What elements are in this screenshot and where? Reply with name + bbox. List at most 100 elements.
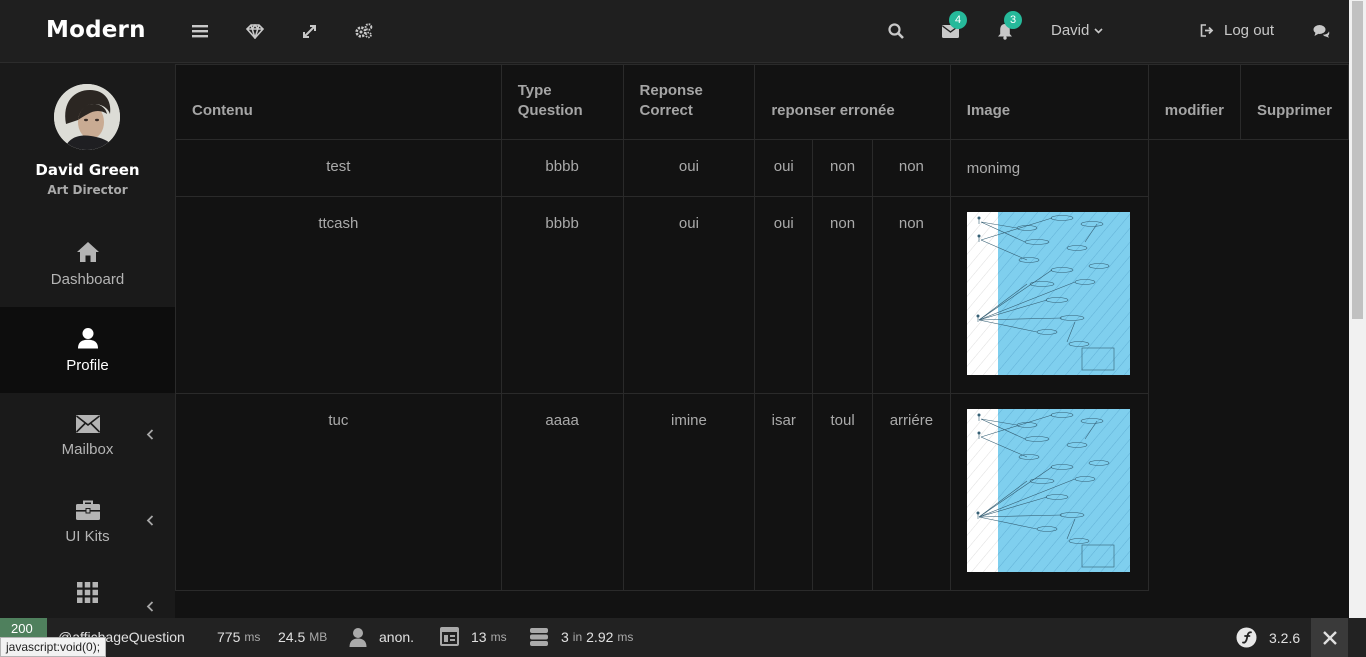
col-header-modifier[interactable]: modifier [1147, 64, 1241, 140]
messages-badge: 4 [949, 11, 967, 29]
brand-logo[interactable]: Modern [46, 17, 146, 43]
diagram-thumbnail[interactable] [966, 212, 1130, 375]
sidebar-item-dashboard[interactable]: Dashboard [0, 221, 175, 307]
cell-image-text: monimg [949, 139, 1149, 197]
memory-usage[interactable]: 24.5 MB [278, 629, 327, 645]
scrollbar-thumb[interactable] [1352, 1, 1363, 319]
logout-button[interactable]: Log out [1200, 22, 1274, 39]
user-icon [349, 628, 367, 647]
symfony-version-label: 3.2.6 [1269, 629, 1301, 646]
cell-wrong-3: non [871, 196, 951, 394]
sidebar-item-label: Mailbox [61, 440, 114, 458]
envelope-icon [75, 414, 100, 433]
cell-contenu: test [175, 139, 502, 197]
cell-supprimer [1240, 139, 1349, 197]
chevron-left-icon [146, 429, 154, 440]
sidebar-item-mailbox[interactable]: Mailbox [0, 393, 175, 479]
cell-wrong-1: oui [754, 139, 814, 197]
chevron-left-icon [146, 515, 154, 526]
user-dropdown[interactable]: David [1051, 22, 1103, 39]
debug-toolbar: 200 @affichageQuestion 775 ms 24.5 MB an… [0, 618, 1366, 657]
col-header-contenu[interactable]: Contenu [175, 64, 502, 140]
messages-icon[interactable]: 4 [939, 11, 967, 42]
cell-type: bbbb [500, 139, 624, 197]
gears-icon[interactable] [353, 20, 375, 42]
close-toolbar-button[interactable] [1311, 618, 1348, 657]
cell-wrong-3: non [871, 139, 951, 197]
profile-role: Art Director [47, 183, 128, 197]
cell-supprimer [1240, 393, 1349, 591]
cell-wrong-2: non [812, 139, 873, 197]
col-header-supprimer[interactable]: Supprimer [1239, 64, 1350, 140]
cell-image [949, 196, 1149, 394]
page-scrollbar[interactable] [1349, 0, 1366, 618]
sidebar-item-label: UI Kits [65, 527, 110, 545]
cell-type: aaaa [500, 393, 624, 591]
security-user-label: anon. [379, 629, 415, 645]
main-content: Contenu Type Question Reponse Correct re… [175, 64, 1350, 618]
chevron-down-icon [1094, 27, 1103, 34]
sidebar: David Green Art Director Dashboard Profi… [0, 64, 175, 618]
db-time-unit: ms [617, 630, 634, 644]
diagram-thumbnail[interactable] [966, 409, 1130, 572]
request-time-value: 775 [217, 629, 241, 645]
search-icon[interactable] [885, 20, 907, 42]
top-navbar: Modern 4 3 David Log out [0, 0, 1349, 63]
close-icon [1322, 630, 1337, 645]
questions-table: Contenu Type Question Reponse Correct re… [175, 64, 1350, 591]
db-query-count: 3 [561, 629, 569, 645]
cell-reponse: oui [622, 196, 756, 394]
cell-wrong-2: toul [812, 393, 873, 591]
chat-icon[interactable] [1310, 20, 1332, 42]
diamond-icon[interactable] [244, 20, 266, 42]
sidebar-item-label: Dashboard [50, 270, 125, 288]
sidebar-item-label: Profile [66, 356, 109, 374]
profile-name: David Green [35, 161, 140, 179]
table-header-row: Contenu Type Question Reponse Correct re… [175, 64, 1350, 140]
db-in-label: in [572, 630, 583, 644]
db-queries[interactable]: 3 in 2.92 ms [529, 627, 633, 647]
database-icon [530, 628, 548, 646]
cell-wrong-1: isar [754, 393, 814, 591]
col-header-reponse-erronee[interactable]: reponser erronée [754, 64, 951, 140]
symfony-version[interactable]: 3.2.6 [1236, 627, 1300, 648]
fullscreen-icon[interactable] [298, 20, 320, 42]
memory-value: 24.5 [278, 629, 306, 645]
security-user[interactable]: anon. [349, 627, 414, 647]
briefcase-icon [75, 500, 100, 520]
sign-out-icon [1200, 24, 1214, 37]
cell-wrong-1: oui [754, 196, 814, 394]
sidebar-item-profile[interactable]: Profile [0, 307, 175, 393]
sidebar-item-ui-kits[interactable]: UI Kits [0, 479, 175, 565]
render-time[interactable]: 13 ms [440, 627, 507, 646]
sidebar-item-apps[interactable] [0, 565, 175, 618]
cell-contenu: ttcash [175, 196, 502, 394]
notifications-icon[interactable]: 3 [994, 11, 1022, 42]
grid-icon [77, 582, 98, 603]
cell-supprimer [1240, 196, 1349, 394]
logout-label: Log out [1224, 22, 1275, 39]
render-time-value: 13 [471, 628, 487, 645]
user-icon [77, 327, 98, 348]
chevron-left-icon [146, 601, 154, 612]
request-time[interactable]: 775 ms [217, 629, 260, 645]
cell-modifier [1148, 393, 1241, 591]
memory-unit: MB [309, 630, 328, 644]
col-header-reponse-correct[interactable]: Reponse Correct [622, 64, 756, 140]
cell-modifier [1148, 196, 1241, 394]
cell-wrong-2: non [812, 196, 873, 394]
db-time-value: 2.92 [586, 629, 614, 645]
cell-image [949, 393, 1149, 591]
cell-reponse: imine [622, 393, 756, 591]
menu-toggle-icon[interactable] [189, 20, 211, 42]
cell-modifier [1148, 139, 1241, 197]
notifications-badge: 3 [1004, 11, 1022, 29]
col-header-type-question[interactable]: Type Question [500, 64, 624, 140]
symfony-logo-icon [1236, 627, 1257, 648]
table-row: tuc aaaa imine isar toul arriére [175, 393, 1349, 591]
avatar [54, 84, 120, 150]
template-icon [440, 627, 459, 646]
cell-wrong-3: arriére [871, 393, 951, 591]
table-row: test bbbb oui oui non non monimg [175, 139, 1349, 197]
col-header-image[interactable]: Image [949, 64, 1149, 140]
